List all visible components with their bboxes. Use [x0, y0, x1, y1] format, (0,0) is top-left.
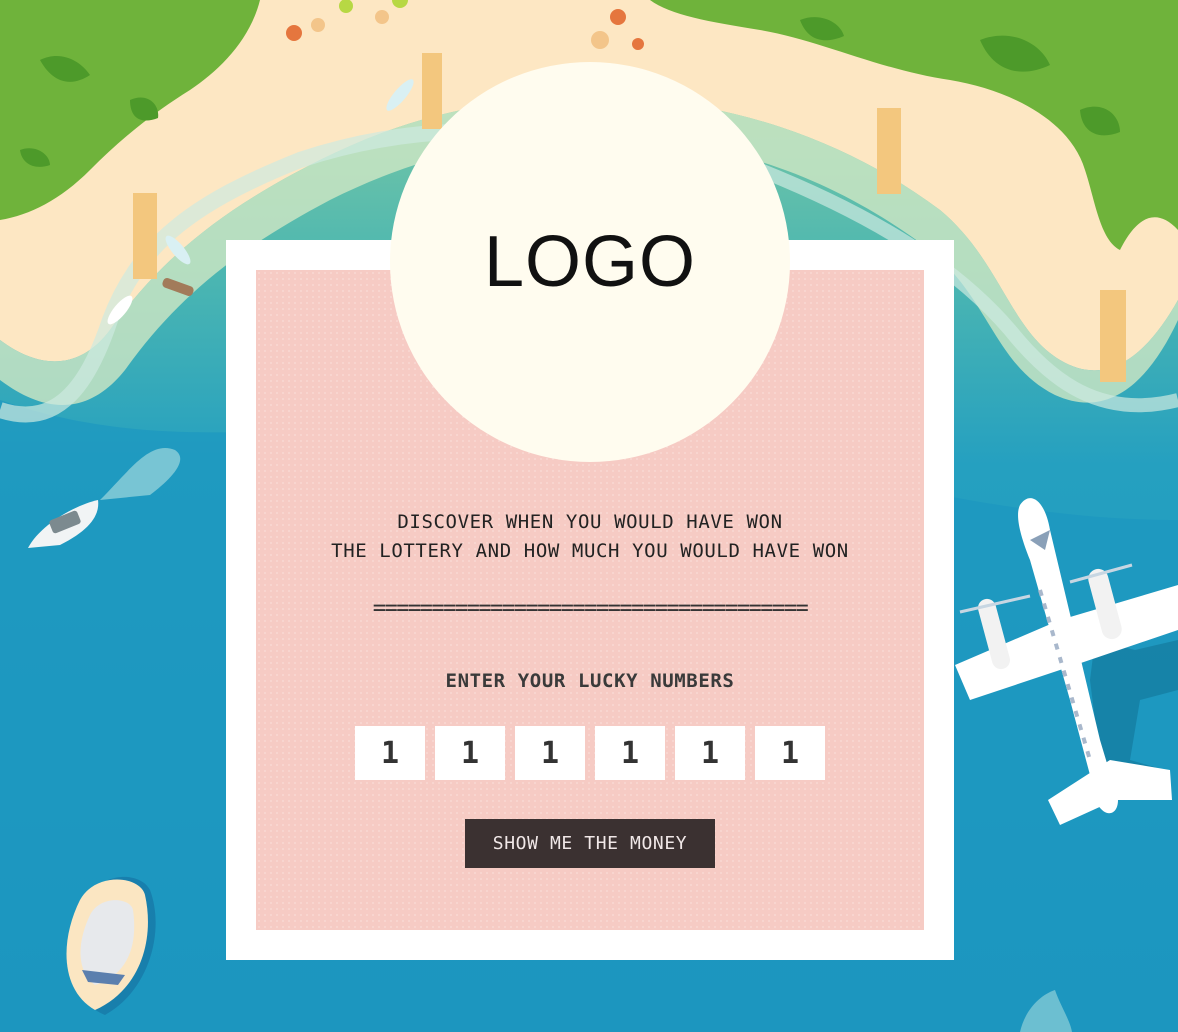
- show-me-the-money-button[interactable]: SHOW ME THE MONEY: [465, 819, 715, 868]
- headline-line-1: DISCOVER WHEN YOU WOULD HAVE WON: [397, 511, 783, 533]
- lucky-number-input-2[interactable]: [435, 726, 505, 780]
- lucky-numbers-inputs: [355, 726, 827, 780]
- lucky-number-input-1[interactable]: [355, 726, 425, 780]
- lucky-number-input-6[interactable]: [755, 726, 825, 780]
- lucky-numbers-prompt: ENTER YOUR LUCKY NUMBERS: [445, 670, 735, 692]
- lucky-number-input-5[interactable]: [675, 726, 745, 780]
- pier: [133, 193, 157, 279]
- logo-text: LOGO: [483, 222, 697, 302]
- lucky-number-input-3[interactable]: [515, 726, 585, 780]
- logo-badge: LOGO: [390, 62, 790, 462]
- lucky-number-input-4[interactable]: [595, 726, 665, 780]
- headline-line-2: THE LOTTERY AND HOW MUCH YOU WOULD HAVE …: [331, 540, 849, 562]
- divider: =====================================: [372, 596, 809, 621]
- headline: DISCOVER WHEN YOU WOULD HAVE WON THE LOT…: [256, 508, 924, 566]
